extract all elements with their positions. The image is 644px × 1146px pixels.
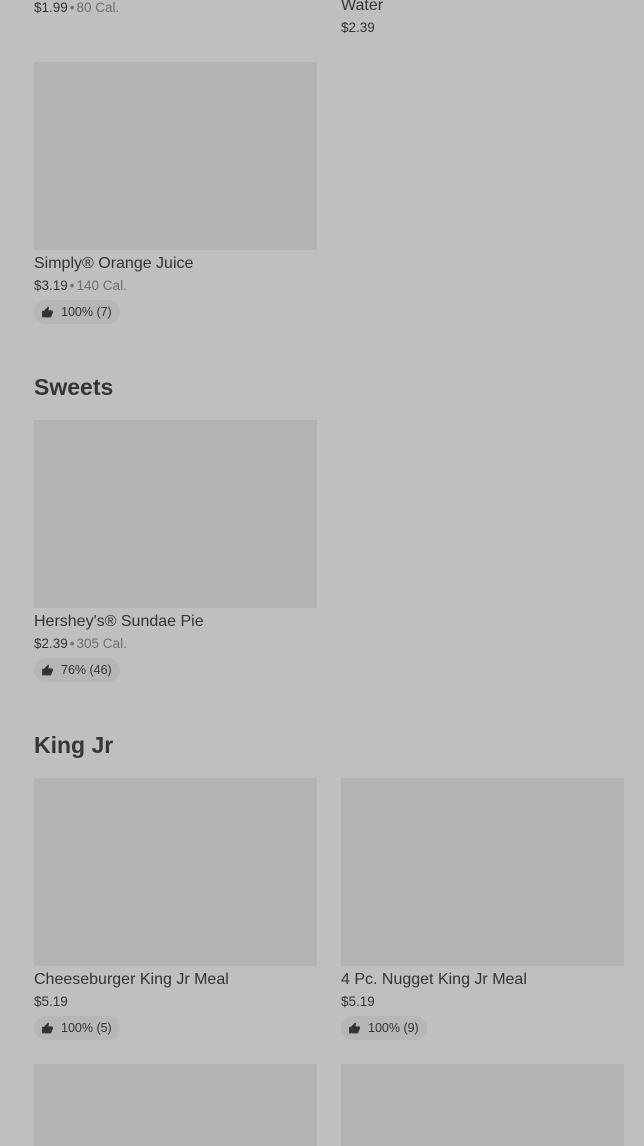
- rating-badge: 100% (9): [341, 1016, 427, 1040]
- item-calories: 305 Cal.: [76, 636, 127, 651]
- menu-item-card[interactable]: 4 Pc. Nugget King Jr Meal $5.19 100% (9): [341, 778, 624, 1048]
- rating-badge: 76% (46): [34, 658, 120, 682]
- rating-text: 100% (7): [61, 305, 112, 319]
- item-price: $2.39: [34, 636, 68, 651]
- item-name: Hershey's® Sundae Pie: [34, 613, 204, 630]
- rating-text: 100% (9): [368, 1021, 419, 1035]
- rating-badge: 100% (7): [34, 300, 120, 324]
- menu-item-card[interactable]: Hershey's® Sundae Pie $2.39 • 305 Cal. 76%…: [34, 420, 317, 690]
- item-price: $1.99: [34, 0, 68, 15]
- item-image[interactable]: [34, 778, 317, 966]
- item-price: $5.19: [34, 994, 68, 1009]
- item-price: $5.19: [341, 994, 375, 1009]
- section-title-sweets: Sweets: [34, 374, 114, 400]
- item-name: Simply® Orange Juice: [34, 255, 194, 272]
- thumbs-up-icon: [42, 306, 53, 317]
- item-image[interactable]: [34, 420, 317, 608]
- item-price-calories: $3.19 • 140 Cal.: [34, 277, 127, 295]
- item-image[interactable]: [34, 1064, 317, 1146]
- thumbs-up-icon: [42, 664, 53, 675]
- item-calories: 80 Cal.: [76, 0, 120, 15]
- separator: •: [69, 636, 75, 651]
- item-name-water[interactable]: Water: [341, 0, 383, 16]
- rating-badge: 100% (5): [34, 1016, 120, 1040]
- menu-item-card[interactable]: Simply® Orange Juice $3.19 • 140 Cal. 100%…: [34, 62, 317, 332]
- item-image[interactable]: [341, 778, 624, 966]
- rating-text: 100% (5): [61, 1021, 112, 1035]
- rating-text: 76% (46): [61, 663, 112, 677]
- menu-item-card[interactable]: Cheeseburger King Jr Meal $5.19 100% (5): [34, 778, 317, 1048]
- item-image[interactable]: [341, 1064, 624, 1146]
- item-price-calories: $2.39 • 305 Cal.: [34, 635, 127, 653]
- section-title-king-jr: King Jr: [34, 732, 114, 758]
- item-calories: 140 Cal.: [76, 278, 127, 293]
- item-name: 4 Pc. Nugget King Jr Meal: [341, 971, 527, 988]
- item-image[interactable]: [34, 62, 317, 250]
- separator: •: [69, 278, 75, 293]
- separator: •: [69, 0, 75, 15]
- thumbs-up-icon: [42, 1022, 53, 1033]
- item-price: $3.19: [34, 278, 68, 293]
- thumbs-up-icon: [349, 1022, 360, 1033]
- item-name: Cheeseburger King Jr Meal: [34, 971, 229, 988]
- item-price-calories: $1.99 • 80 Cal.: [34, 0, 119, 17]
- item-price: $2.39: [341, 20, 375, 35]
